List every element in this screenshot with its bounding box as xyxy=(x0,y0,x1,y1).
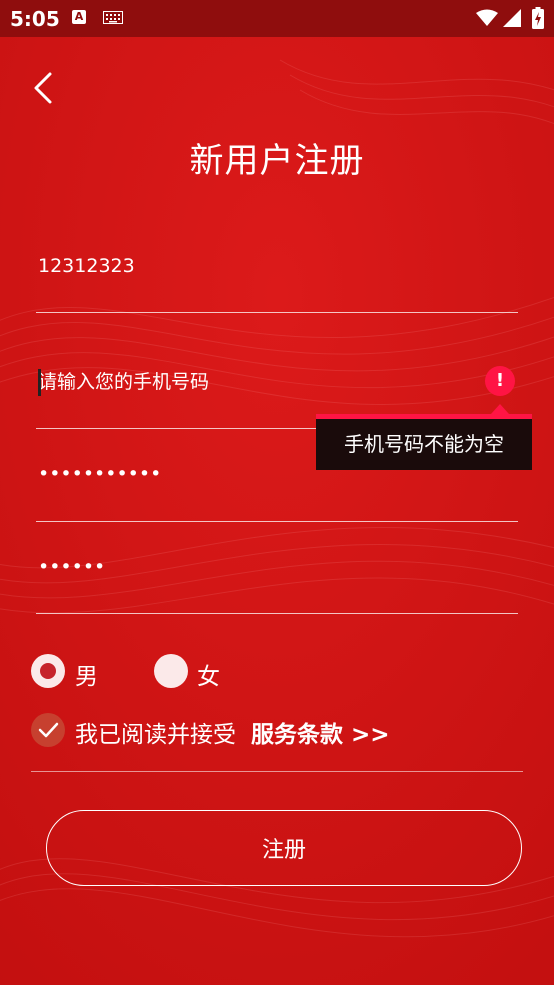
phone-input[interactable] xyxy=(36,357,518,407)
terms-link[interactable]: 服务条款 >> xyxy=(251,715,390,749)
status-time: 5:05 xyxy=(10,7,60,31)
radio-selected-dot xyxy=(40,663,56,679)
password-underline xyxy=(36,521,518,522)
wifi-icon xyxy=(476,9,498,26)
gender-female-label: 女 xyxy=(197,664,220,690)
agreement-checkbox[interactable] xyxy=(31,713,65,747)
confirm-password-input[interactable] xyxy=(36,542,518,592)
keyboard-icon xyxy=(103,11,123,24)
signal-icon xyxy=(503,9,521,27)
username-input[interactable] xyxy=(36,241,518,291)
register-screen: 5:05 A 新用户注册 12312323 请输入您的手机号码 ! 手机号码不能… xyxy=(0,0,554,985)
chevron-left-icon xyxy=(34,72,52,104)
back-button[interactable] xyxy=(28,66,58,110)
battery-charging-icon xyxy=(532,7,544,29)
checkmark-icon xyxy=(38,722,59,738)
status-bar: 5:05 A xyxy=(0,0,554,37)
gender-female-radio[interactable] xyxy=(154,654,188,688)
confirm-password-underline xyxy=(36,613,518,614)
password-input[interactable] xyxy=(36,449,518,499)
phone-field-wrapper xyxy=(36,357,518,407)
divider xyxy=(31,771,523,772)
register-button[interactable]: 注册 xyxy=(46,810,522,886)
agreement-text: 我已阅读并接受 xyxy=(75,722,236,748)
text-cursor xyxy=(38,369,41,396)
confirm-password-field-wrapper xyxy=(36,542,518,592)
exclamation-icon: ! xyxy=(485,366,515,396)
tooltip-pointer xyxy=(491,404,509,414)
gender-male-radio[interactable] xyxy=(31,654,65,688)
notification-a-icon: A xyxy=(72,10,86,24)
gender-male-label: 男 xyxy=(75,664,98,690)
page-title: 新用户注册 xyxy=(189,141,365,181)
username-field-wrapper xyxy=(36,241,518,291)
password-field-wrapper xyxy=(36,449,518,499)
username-underline xyxy=(36,312,518,313)
